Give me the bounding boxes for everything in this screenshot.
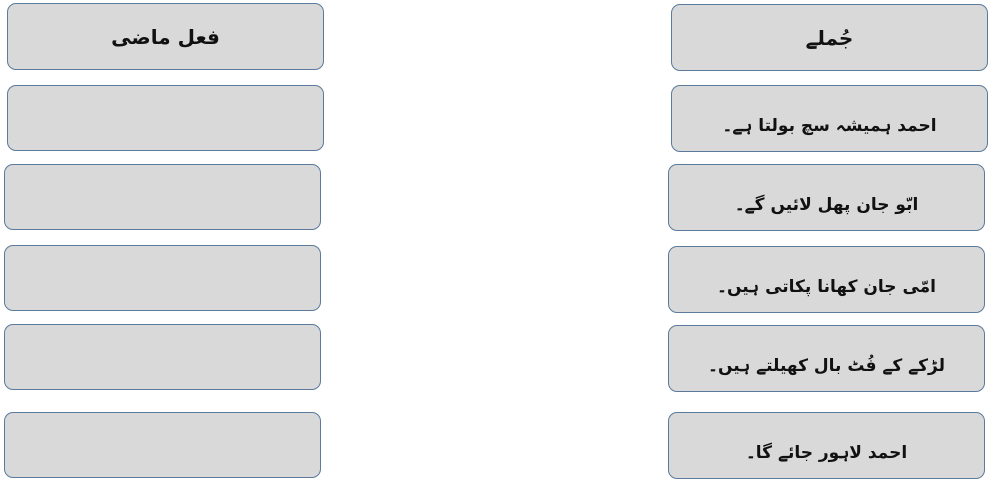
answer-box-1[interactable] — [7, 85, 324, 151]
sentence-5: احمد لاہور جائے گا۔ — [745, 443, 908, 463]
answer-box-3[interactable] — [4, 245, 321, 311]
answer-box-4[interactable] — [4, 324, 321, 390]
sentence-box-3: امّی جان کھانا پکاتی ہیں۔ — [668, 246, 985, 313]
answer-box-5[interactable] — [4, 412, 321, 478]
sentence-1: احمد ہمیشہ سچ بولتا ہے۔ — [722, 116, 937, 136]
past-tense-header-box: فعل ماضی — [7, 3, 324, 70]
sentence-3: امّی جان کھانا پکاتی ہیں۔ — [716, 277, 937, 297]
sentence-box-2: ابّو جان پھل لائیں گے۔ — [668, 164, 985, 231]
sentence-2: ابّو جان پھل لائیں گے۔ — [734, 195, 919, 215]
sentences-header-box: جُملے — [671, 4, 988, 71]
sentence-box-1: احمد ہمیشہ سچ بولتا ہے۔ — [671, 85, 988, 152]
past-tense-header: فعل ماضی — [111, 24, 220, 49]
sentence-4: لڑکے کے فُٹ بال کھیلتے ہیں۔ — [708, 356, 945, 376]
sentences-header: جُملے — [805, 25, 854, 50]
answer-box-2[interactable] — [4, 164, 321, 230]
sentence-box-4: لڑکے کے فُٹ بال کھیلتے ہیں۔ — [668, 325, 985, 392]
sentence-box-5: احمد لاہور جائے گا۔ — [668, 412, 985, 479]
